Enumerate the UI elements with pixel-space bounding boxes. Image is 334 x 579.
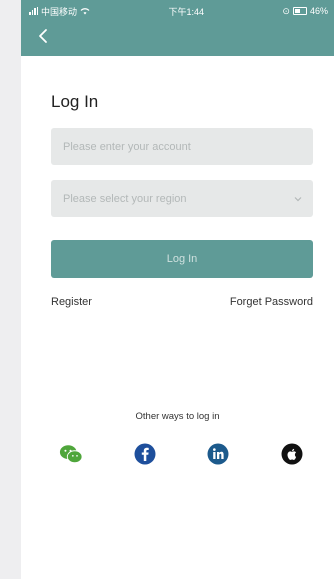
- time-label: 下午1:44: [168, 6, 204, 17]
- other-login-label: Other ways to log in: [135, 411, 220, 422]
- account-field[interactable]: [51, 128, 313, 165]
- chevron-down-icon: [294, 196, 302, 201]
- top-bar: 中国移动 下午1:44 ⊙ 46%: [21, 0, 334, 56]
- status-bar: 中国移动 下午1:44 ⊙ 46%: [29, 4, 328, 18]
- alarm-icon: ⊙: [282, 5, 290, 16]
- forgot-password-link[interactable]: Forget Password: [230, 296, 313, 308]
- wifi-icon: [80, 8, 90, 15]
- wechat-icon: [59, 445, 83, 464]
- apple-login-button[interactable]: [280, 442, 304, 466]
- region-input[interactable]: [61, 191, 293, 206]
- register-link[interactable]: Register: [51, 296, 92, 308]
- login-button[interactable]: Log In: [51, 240, 313, 278]
- region-select[interactable]: [51, 180, 313, 217]
- page-title: Log In: [51, 92, 99, 111]
- chevron-left-icon: [39, 29, 47, 43]
- apple-icon: [281, 443, 303, 465]
- facebook-login-button[interactable]: [133, 442, 157, 466]
- status-right: ⊙ 46%: [282, 6, 328, 17]
- status-left: 中国移动: [29, 5, 90, 18]
- wechat-login-button[interactable]: [59, 442, 83, 466]
- carrier-label: 中国移动: [41, 6, 78, 17]
- battery-label: 46%: [309, 6, 328, 16]
- signal-icon: [29, 7, 38, 15]
- facebook-icon: [134, 443, 156, 465]
- back-button[interactable]: [33, 24, 53, 48]
- linkedin-login-button[interactable]: [206, 442, 230, 466]
- app-screen: 中国移动 下午1:44 ⊙ 46% Log In Please enter yo…: [21, 0, 334, 579]
- account-input[interactable]: [61, 139, 303, 154]
- linkedin-icon: [207, 443, 229, 465]
- battery-icon: [292, 7, 307, 15]
